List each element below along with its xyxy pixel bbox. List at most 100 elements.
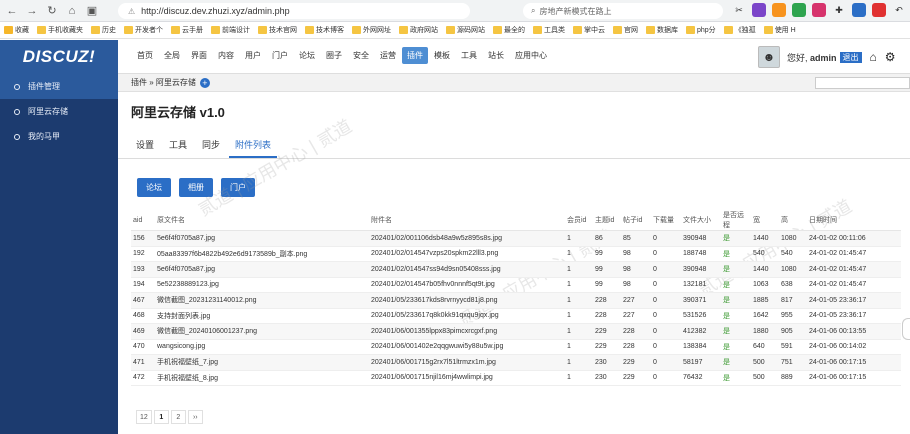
nav-item[interactable]: 内容 xyxy=(213,47,239,64)
sidebar-item[interactable]: 阿里云存储 xyxy=(0,99,118,124)
table-row[interactable]: 470 wangsicong.jpg 202401/06/001402e2qqgwu… xyxy=(131,339,901,355)
extension-icon[interactable]: ▣ xyxy=(84,3,100,19)
table-row[interactable]: 194 5e52238889123.jpg 202401/02/014547b05f… xyxy=(131,277,901,293)
bookmark-item[interactable]: 技术博客 xyxy=(305,25,344,35)
sidebar: 插件管理 阿里云存储 我的马甲 xyxy=(0,74,118,434)
table-row[interactable]: 467 微信截图_20231231140012.png 202401/05/2336… xyxy=(131,292,901,309)
table-row[interactable]: 192 05aa83397f6b4822b492e6d9173589b_副本.pn… xyxy=(131,246,901,262)
page-link[interactable]: ›› xyxy=(187,410,203,424)
page-link[interactable]: 2 xyxy=(170,410,186,424)
side-float-tab[interactable] xyxy=(902,318,910,340)
avatar[interactable]: ☻ xyxy=(758,46,780,68)
address-bar[interactable]: ⚠ http://discuz.dev.zhuzi.xyz/admin.php xyxy=(118,3,470,19)
bookmark-label: 技术博客 xyxy=(316,27,344,34)
ext-purple-icon[interactable] xyxy=(752,3,766,17)
table-cell: 0 xyxy=(651,354,681,371)
undo-icon[interactable]: ↶ xyxy=(892,3,906,17)
back-icon[interactable]: ← xyxy=(4,3,20,19)
bookmark-label: 前端设计 xyxy=(222,27,250,34)
tab-item[interactable]: 同步 xyxy=(196,134,226,158)
table-row[interactable]: 468 支持封面列表.jpg 202401/05/233617q8k0kk91qxq… xyxy=(131,308,901,324)
table-row[interactable]: 156 5e6f4f0705a87.jpg 202401/02/001106dsb4… xyxy=(131,230,901,247)
bookmark-item[interactable]: 收藏 xyxy=(4,25,29,35)
puzzle-icon[interactable]: ✚ xyxy=(832,3,846,17)
table-row[interactable]: 193 5e6f4f0705a87.jpg 202401/02/014547ss94… xyxy=(131,261,901,278)
bookmark-item[interactable]: php分 xyxy=(686,25,716,35)
tab-item[interactable]: 工具 xyxy=(163,134,193,158)
bookmark-item[interactable]: 开发者个 xyxy=(124,25,163,35)
cut-icon[interactable]: ✂ xyxy=(732,3,746,17)
table-cell: 1880 xyxy=(751,323,779,340)
ext-blue-icon[interactable] xyxy=(852,3,866,17)
logout-button[interactable]: 退出 xyxy=(839,51,862,63)
sidebar-item[interactable]: 我的马甲 xyxy=(0,124,118,149)
bookmark-item[interactable]: 《独孤 xyxy=(723,25,756,35)
table-cell: 24-01-06 00:17:15 xyxy=(807,370,901,386)
ext-orange-icon[interactable] xyxy=(772,3,786,17)
add-shortcut-icon[interactable]: + xyxy=(199,77,210,88)
bookmark-item[interactable]: 手机收藏夹 xyxy=(37,25,83,35)
nav-item[interactable]: 插件 xyxy=(402,47,428,64)
nav-item[interactable]: 首页 xyxy=(132,47,158,64)
nav-item[interactable]: 全局 xyxy=(159,47,185,64)
sidebar-item[interactable]: 插件管理 xyxy=(0,74,118,99)
bookmark-item[interactable]: 前端设计 xyxy=(211,25,250,35)
filter-button[interactable]: 相册 xyxy=(179,178,213,197)
gear-icon[interactable]: ⚙ xyxy=(885,50,896,64)
nav-item[interactable]: 工具 xyxy=(456,47,482,64)
bookmark-item[interactable]: 政府网站 xyxy=(399,25,438,35)
admin-search-input[interactable] xyxy=(815,77,910,89)
search-icon: ⌕ xyxy=(531,6,536,15)
bookmark-item[interactable]: 工具类 xyxy=(533,25,565,35)
nav-item[interactable]: 门户 xyxy=(267,47,293,64)
bookmark-item[interactable]: 最全的 xyxy=(493,25,525,35)
tab-item[interactable]: 附件列表 xyxy=(229,134,278,158)
table-cell: 58197 xyxy=(681,354,721,371)
forward-icon[interactable]: → xyxy=(24,3,40,19)
page-link[interactable]: 12 xyxy=(136,410,152,424)
bookmark-item[interactable]: 技术官网 xyxy=(258,25,297,35)
nav-item[interactable]: 站长 xyxy=(483,47,509,64)
bookmark-item[interactable]: 掌中云 xyxy=(573,25,605,35)
browser-search-input[interactable]: ⌕ 房地产新模式在路上 xyxy=(523,3,723,19)
nav-item[interactable]: 界面 xyxy=(186,47,212,64)
table-cell: 955 xyxy=(779,308,807,324)
folder-icon xyxy=(305,26,314,34)
table-cell: 是 xyxy=(721,292,751,309)
ext-green-icon[interactable] xyxy=(792,3,806,17)
ext-pink-icon[interactable] xyxy=(812,3,826,17)
home-icon[interactable]: ⌂ xyxy=(64,3,80,19)
nav-item[interactable]: 运营 xyxy=(375,47,401,64)
filter-button[interactable]: 门户 xyxy=(221,178,255,197)
refresh-icon[interactable]: ↻ xyxy=(44,3,60,19)
table-row[interactable]: 472 手机祝福壁纸_8.jpg 202401/06/001715njil16mj4… xyxy=(131,370,901,386)
nav-item[interactable]: 安全 xyxy=(348,47,374,64)
table-row[interactable]: 469 微信截图_20240106001237.png 202401/06/0013… xyxy=(131,323,901,340)
bookmark-item[interactable]: 数据库 xyxy=(646,25,678,35)
table-cell: 1 xyxy=(565,261,593,278)
bookmark-item[interactable]: 历史 xyxy=(91,25,116,35)
table-cell: 是 xyxy=(721,261,751,278)
table-row[interactable]: 471 手机祝福壁纸_7.jpg 202401/06/001715g2rx7l51l… xyxy=(131,354,901,371)
nav-item[interactable]: 应用中心 xyxy=(510,47,552,64)
table-cell: 0 xyxy=(651,246,681,262)
tab-item[interactable]: 设置 xyxy=(130,134,160,158)
table-cell: 5e52238889123.jpg xyxy=(155,277,369,293)
nav-item[interactable]: 论坛 xyxy=(294,47,320,64)
bookmark-item[interactable]: 外网网址 xyxy=(352,25,391,35)
home-icon[interactable]: ⌂ xyxy=(870,50,877,64)
page-link[interactable]: 1 xyxy=(153,410,169,424)
nav-item[interactable]: 用户 xyxy=(240,47,266,64)
bookmark-item[interactable]: 官网 xyxy=(613,25,638,35)
nav-item[interactable]: 圈子 xyxy=(321,47,347,64)
table-cell: 202401/06/001715njil16mj4wwlimpi.jpg xyxy=(369,370,565,386)
folder-icon xyxy=(493,26,502,34)
ext-red-icon[interactable] xyxy=(872,3,886,17)
table-cell: 1440 xyxy=(751,230,779,247)
bookmark-item[interactable]: 源码网站 xyxy=(446,25,485,35)
bookmark-item[interactable]: 使用 H xyxy=(763,25,796,35)
filter-button[interactable]: 论坛 xyxy=(137,178,171,197)
bookmark-item[interactable]: 云手册 xyxy=(171,25,203,35)
breadcrumb-text: 插件 » 阿里云存储 xyxy=(131,78,196,87)
nav-item[interactable]: 模板 xyxy=(429,47,455,64)
